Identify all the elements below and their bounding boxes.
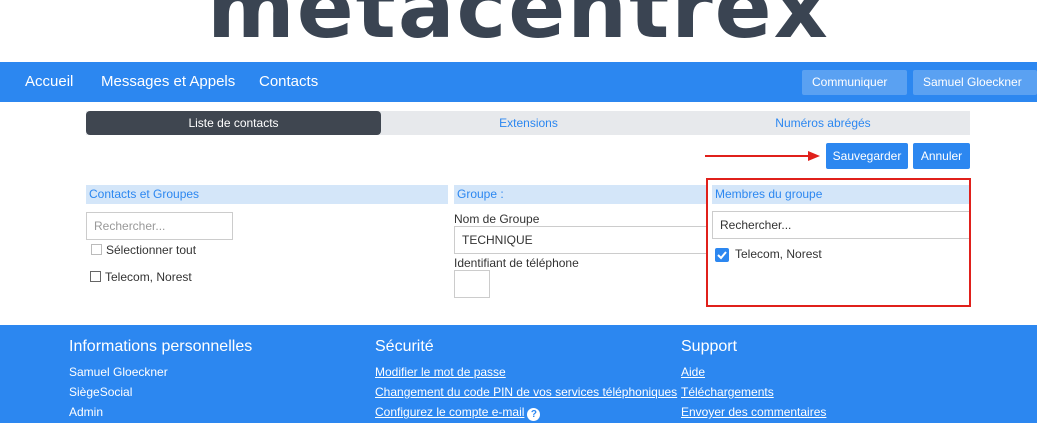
nav-home[interactable]: Accueil	[25, 62, 73, 102]
annotation-highlight-box	[706, 178, 971, 307]
group-panel-title: Groupe :	[454, 185, 706, 204]
contact-item-label: Telecom, Norest	[105, 270, 192, 284]
tab-extensions[interactable]: Extensions	[381, 111, 676, 135]
tab-contact-list[interactable]: Liste de contacts	[86, 111, 381, 135]
communicate-dropdown[interactable]: Communiquer	[802, 70, 907, 110]
tab-speed-dials[interactable]: Numéros abrégés	[676, 111, 970, 135]
support-title: Support	[681, 338, 738, 355]
cancel-button[interactable]: Annuler	[913, 143, 970, 169]
contacts-search-input[interactable]: Rechercher...	[86, 212, 233, 240]
email-config-link[interactable]: Configurez le compte e-mail	[375, 405, 524, 419]
footer-role: Admin	[69, 405, 104, 419]
change-pin-link[interactable]: Changement du code PIN de vos services t…	[375, 385, 677, 399]
user-dropdown[interactable]: Samuel Gloeckner	[913, 70, 1037, 110]
user-name-label: Samuel Gloeckner	[923, 75, 1022, 89]
downloads-link[interactable]: Téléchargements	[681, 385, 774, 399]
footer-user-name: Samuel Gloeckner	[69, 365, 168, 379]
footer-site: SiègeSocial	[69, 385, 133, 399]
feedback-link[interactable]: Envoyer des commentaires	[681, 405, 826, 419]
contact-item[interactable]: Telecom, Norest	[90, 270, 192, 284]
select-all-label: Sélectionner tout	[106, 243, 197, 257]
save-button[interactable]: Sauvegarder	[826, 143, 908, 169]
nav-messages[interactable]: Messages et Appels	[101, 62, 235, 102]
nav-contacts[interactable]: Contacts	[259, 62, 318, 102]
annotation-arrow-head	[808, 151, 820, 161]
annotation-arrow	[705, 155, 810, 157]
top-navbar: Accueil Messages et Appels Contacts Comm…	[0, 62, 1037, 110]
change-password-link[interactable]: Modifier le mot de passe	[375, 365, 506, 379]
logo: metacentrex	[0, 0, 1037, 62]
security-title: Sécurité	[375, 338, 434, 355]
tab-bar: Liste de contacts Extensions Numéros abr…	[86, 111, 970, 135]
help-link[interactable]: Aide	[681, 365, 705, 379]
logo-text: metacentrex	[207, 0, 830, 57]
contacts-panel-title: Contacts et Groupes	[86, 185, 448, 204]
phone-id-label: Identifiant de téléphone	[454, 256, 579, 270]
contacts-search-placeholder: Rechercher...	[94, 219, 166, 233]
chevron-down-icon	[928, 105, 936, 110]
select-all-checkbox[interactable]: Sélectionner tout	[91, 243, 196, 257]
email-config-row: Configurez le compte e-mail?	[375, 405, 541, 421]
footer: Informations personnelles Samuel Gloeckn…	[0, 325, 1037, 423]
phone-id-input[interactable]	[454, 270, 490, 298]
help-icon[interactable]: ?	[527, 408, 541, 421]
checkbox-icon	[91, 244, 102, 255]
personal-info-title: Informations personnelles	[69, 338, 253, 355]
communicate-label: Communiquer	[812, 75, 888, 89]
checkbox-icon	[90, 271, 101, 282]
group-name-label: Nom de Groupe	[454, 212, 540, 226]
chevron-down-icon	[817, 105, 825, 110]
group-name-input[interactable]: TECHNIQUE	[454, 226, 708, 254]
